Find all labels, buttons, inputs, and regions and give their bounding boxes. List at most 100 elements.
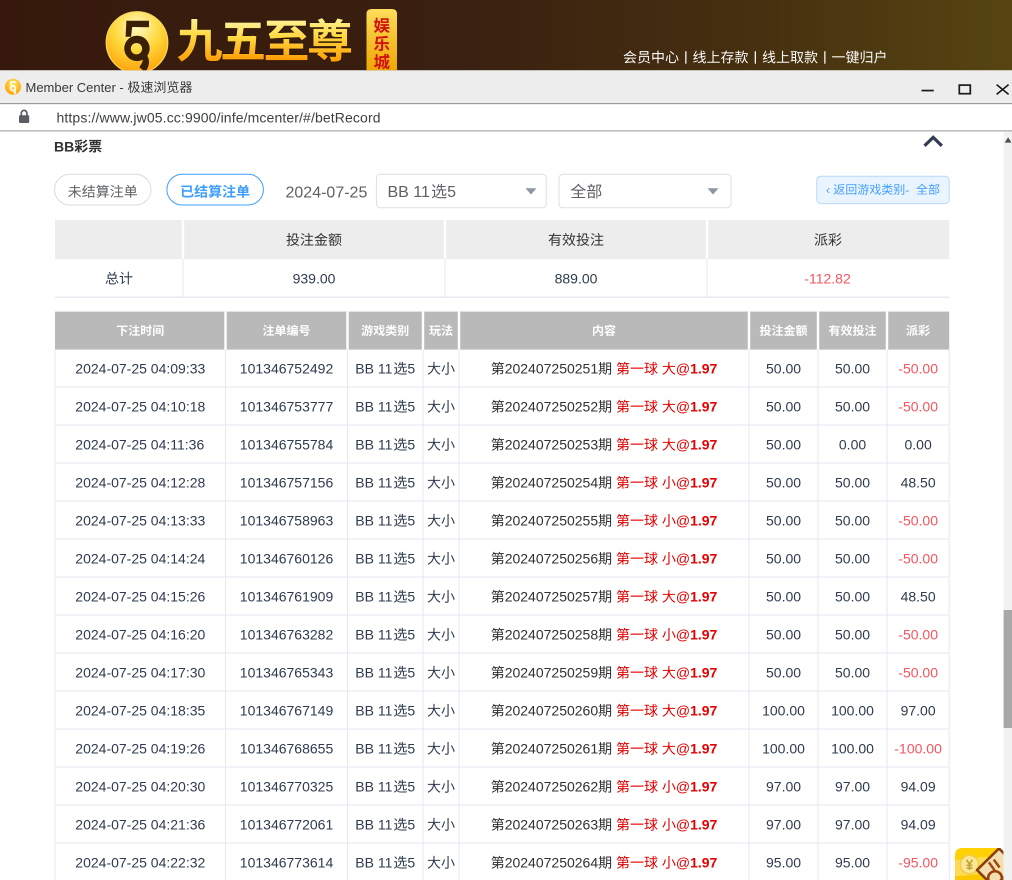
- svg-text:Member Center -: Member Center -: [26, 80, 124, 95]
- svg-text:5: 5: [407, 589, 415, 605]
- svg-text:2024-07-25 04:22:32: 2024-07-25 04:22:32: [75, 855, 205, 871]
- svg-text:@: @: [676, 475, 690, 491]
- svg-text:101346758963: 101346758963: [240, 513, 334, 529]
- svg-text:5: 5: [447, 184, 456, 201]
- svg-text:101346753777: 101346753777: [240, 399, 334, 415]
- svg-text:BB 11: BB 11: [355, 703, 392, 719]
- svg-text:202407250264: 202407250264: [505, 855, 599, 871]
- svg-text:-: -: [905, 183, 909, 197]
- svg-text:@: @: [676, 817, 690, 833]
- svg-text:202407250261: 202407250261: [505, 741, 599, 757]
- svg-text:@: @: [676, 665, 690, 681]
- svg-text:5: 5: [407, 779, 415, 795]
- svg-text:-50.00: -50.00: [898, 399, 938, 415]
- svg-text:202407250254: 202407250254: [505, 475, 599, 491]
- svg-text:5: 5: [407, 665, 415, 681]
- svg-text:1.97: 1.97: [690, 475, 717, 491]
- svg-text:202407250256: 202407250256: [505, 551, 599, 567]
- svg-text:5: 5: [407, 627, 415, 643]
- svg-text:101346757156: 101346757156: [240, 475, 334, 491]
- svg-text:2024-07-25 04:11:36: 2024-07-25 04:11:36: [75, 437, 204, 453]
- svg-text:BB 11: BB 11: [355, 513, 392, 529]
- svg-text:2024-07-25 04:10:18: 2024-07-25 04:10:18: [75, 399, 205, 415]
- svg-text:97.00: 97.00: [901, 703, 936, 719]
- svg-text:50.00: 50.00: [835, 589, 870, 605]
- svg-text:@: @: [676, 361, 690, 377]
- svg-text:1.97: 1.97: [690, 665, 717, 681]
- svg-text:@: @: [676, 855, 690, 871]
- svg-text:202407250258: 202407250258: [505, 627, 599, 643]
- svg-text:202407250252: 202407250252: [505, 399, 599, 415]
- svg-text:@: @: [676, 703, 690, 719]
- svg-text:1.97: 1.97: [690, 855, 717, 871]
- svg-text:5: 5: [407, 475, 415, 491]
- svg-text:50.00: 50.00: [835, 551, 870, 567]
- svg-text:BB 11: BB 11: [355, 589, 392, 605]
- svg-text:-50.00: -50.00: [898, 665, 938, 681]
- svg-text:5: 5: [407, 817, 415, 833]
- svg-text:101346761909: 101346761909: [240, 589, 334, 605]
- svg-text:95.00: 95.00: [766, 855, 801, 871]
- svg-text:2024-07-25: 2024-07-25: [286, 185, 368, 202]
- svg-text:50.00: 50.00: [766, 513, 801, 529]
- svg-text:BB 11: BB 11: [355, 627, 392, 643]
- svg-text:BB 11: BB 11: [355, 399, 392, 415]
- svg-text:202407250253: 202407250253: [505, 437, 599, 453]
- svg-text:95.00: 95.00: [835, 855, 870, 871]
- svg-text:202407250260: 202407250260: [505, 703, 599, 719]
- svg-text:1.97: 1.97: [690, 779, 717, 795]
- svg-text:50.00: 50.00: [766, 361, 801, 377]
- svg-text:2024-07-25 04:09:33: 2024-07-25 04:09:33: [75, 361, 205, 377]
- svg-text:100.00: 100.00: [831, 741, 874, 757]
- svg-text:5: 5: [407, 437, 415, 453]
- svg-text:101346763282: 101346763282: [240, 627, 334, 643]
- svg-text:@: @: [676, 741, 690, 757]
- svg-text:101346760126: 101346760126: [240, 551, 334, 567]
- svg-text:1.97: 1.97: [690, 703, 717, 719]
- svg-text:BB 11: BB 11: [355, 665, 392, 681]
- svg-text:97.00: 97.00: [766, 817, 801, 833]
- svg-text:50.00: 50.00: [766, 627, 801, 643]
- svg-text:50.00: 50.00: [766, 665, 801, 681]
- svg-text:2024-07-25 04:18:35: 2024-07-25 04:18:35: [75, 703, 205, 719]
- svg-text:2024-07-25 04:15:26: 2024-07-25 04:15:26: [75, 589, 205, 605]
- svg-text:@: @: [676, 627, 690, 643]
- svg-text:-112.82: -112.82: [804, 270, 851, 286]
- svg-text:101346770325: 101346770325: [240, 779, 334, 795]
- svg-text:1.97: 1.97: [690, 551, 717, 567]
- svg-text:@: @: [676, 779, 690, 795]
- svg-text:1.97: 1.97: [690, 399, 717, 415]
- svg-text:889.00: 889.00: [555, 270, 598, 286]
- svg-text:202407250262: 202407250262: [505, 779, 599, 795]
- svg-text:939.00: 939.00: [293, 270, 336, 286]
- svg-text:50.00: 50.00: [835, 513, 870, 529]
- svg-text:48.50: 48.50: [901, 589, 936, 605]
- svg-text:1.97: 1.97: [690, 741, 717, 757]
- svg-text:50.00: 50.00: [835, 361, 870, 377]
- svg-text:5: 5: [407, 741, 415, 757]
- svg-text:94.09: 94.09: [901, 779, 936, 795]
- svg-text:100.00: 100.00: [762, 703, 805, 719]
- svg-text:BB 11: BB 11: [355, 437, 392, 453]
- svg-text:202407250255: 202407250255: [505, 513, 599, 529]
- svg-text:BB 11: BB 11: [355, 855, 392, 871]
- svg-text:BB 11: BB 11: [355, 551, 392, 567]
- svg-text:50.00: 50.00: [766, 551, 801, 567]
- svg-text:1.97: 1.97: [690, 627, 717, 643]
- svg-text:101346768655: 101346768655: [240, 741, 334, 757]
- svg-text:5: 5: [407, 551, 415, 567]
- svg-text:BB 11: BB 11: [355, 475, 392, 491]
- svg-text:50.00: 50.00: [766, 475, 801, 491]
- svg-text:1.97: 1.97: [690, 513, 717, 529]
- svg-text:-50.00: -50.00: [898, 513, 938, 529]
- svg-text:50.00: 50.00: [766, 437, 801, 453]
- svg-text:101346772061: 101346772061: [240, 817, 334, 833]
- svg-text:-50.00: -50.00: [898, 627, 938, 643]
- svg-text:@: @: [676, 551, 690, 567]
- svg-text:202407250259: 202407250259: [505, 665, 599, 681]
- svg-text:5: 5: [407, 703, 415, 719]
- svg-text:BB 11: BB 11: [355, 741, 392, 757]
- svg-text:-95.00: -95.00: [898, 855, 938, 871]
- svg-text:97.00: 97.00: [766, 779, 801, 795]
- svg-text:2024-07-25 04:17:30: 2024-07-25 04:17:30: [75, 665, 205, 681]
